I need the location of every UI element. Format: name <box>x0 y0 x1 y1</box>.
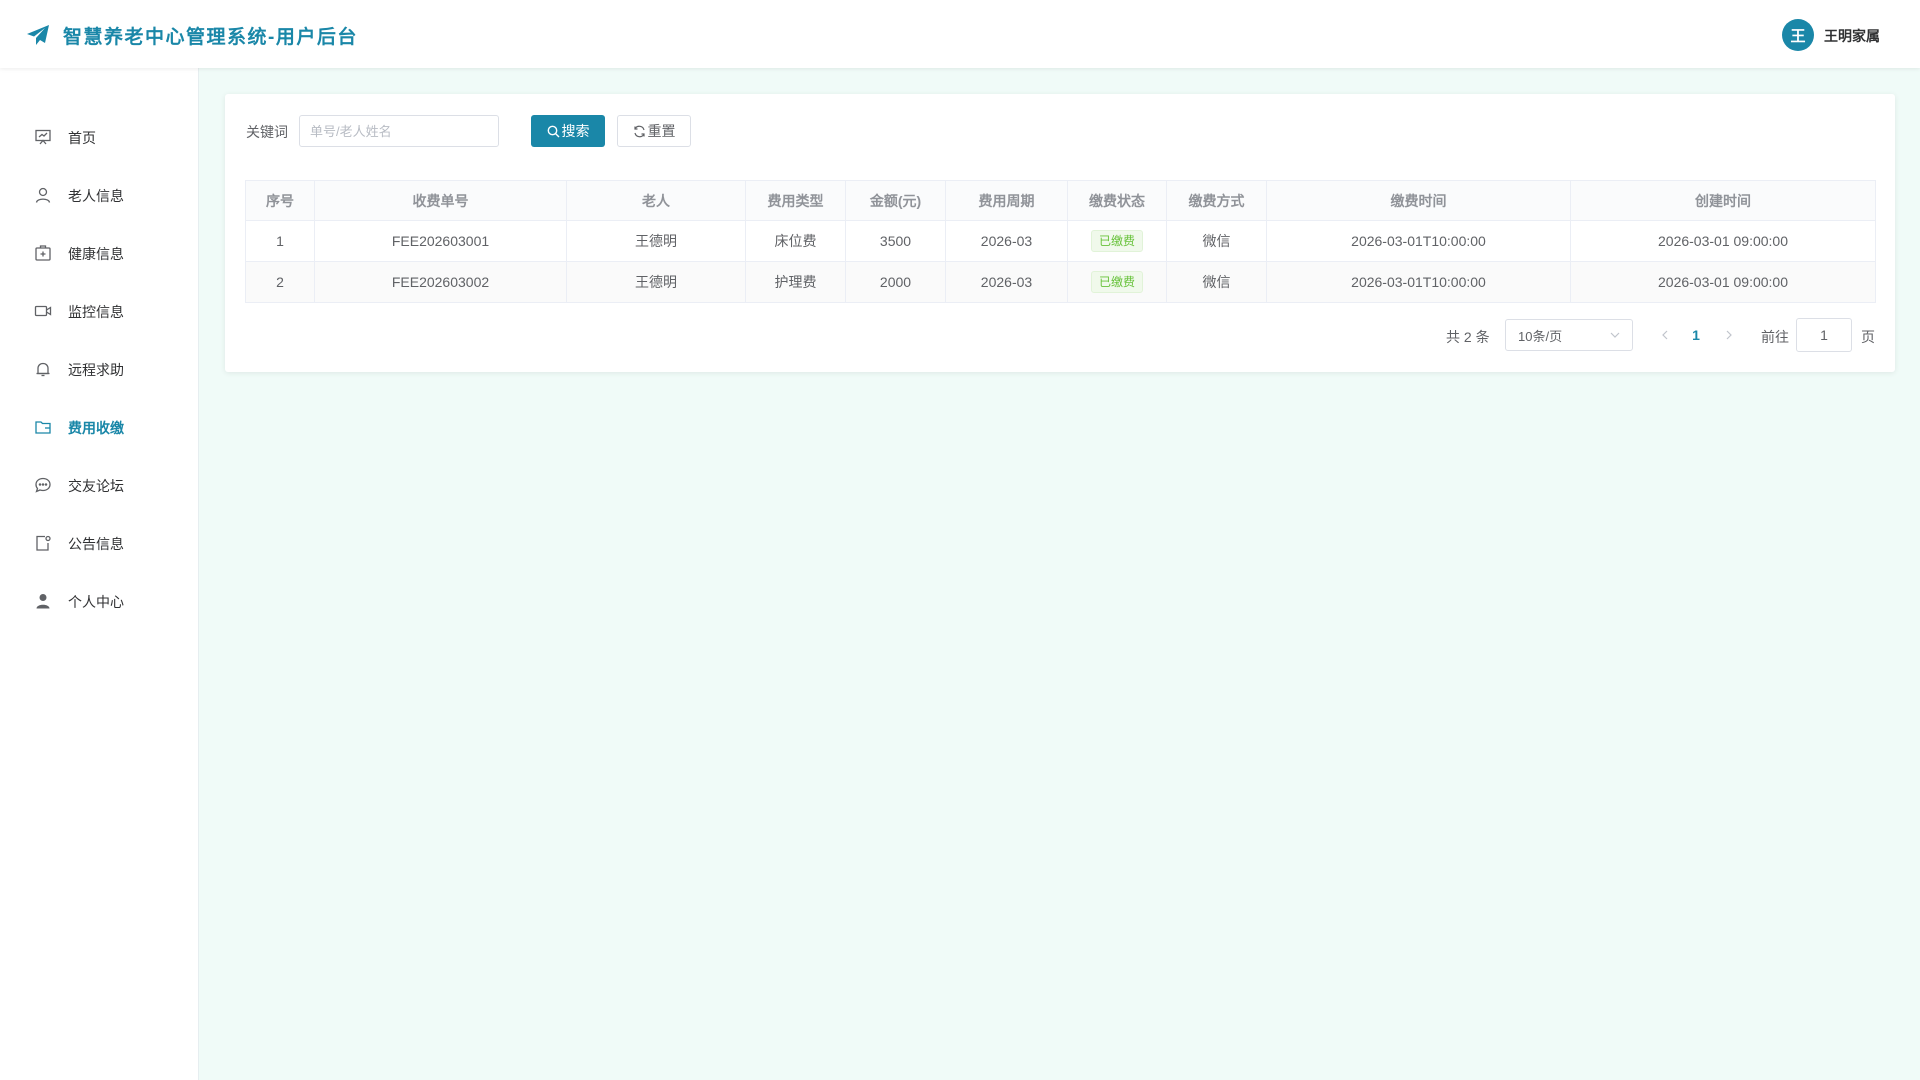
keyword-label: 关键词 <box>246 124 288 140</box>
pagination-total: 共 2 条 <box>1446 329 1490 345</box>
paper-plane-icon <box>26 24 50 46</box>
table-cell: 2000 <box>845 261 946 303</box>
column-header[interactable]: 费用类型 <box>745 180 846 221</box>
user-icon <box>34 186 52 204</box>
column-header[interactable]: 缴费方式 <box>1166 180 1267 221</box>
sidebar-item-label: 公告信息 <box>68 536 124 552</box>
table-cell: 2026-03-01T10:00:00 <box>1266 261 1571 303</box>
fee-table: 序号 收费单号 老人 费用类型 金额(元) 费用周期 缴费状态 缴费方式 缴费时… <box>245 180 1876 303</box>
search-input[interactable] <box>299 115 499 147</box>
column-header[interactable]: 缴费状态 <box>1067 180 1167 221</box>
reset-button-label: 重置 <box>647 123 676 139</box>
table-cell: 王德明 <box>566 261 746 303</box>
presentation-icon <box>34 128 52 146</box>
user-name[interactable]: 王明家属 <box>1824 26 1880 46</box>
table-cell: 床位费 <box>745 220 846 262</box>
table-cell: 1 <box>245 220 315 262</box>
wallet-icon <box>34 418 52 436</box>
table-row[interactable]: 1 FEE202603001 王德明 床位费 3500 2026-03 已缴费 … <box>245 220 1876 262</box>
chevron-down-icon <box>1610 332 1620 338</box>
chevron-left-icon <box>1662 330 1668 340</box>
chevron-right-icon <box>1726 330 1732 340</box>
column-header[interactable]: 收费单号 <box>314 180 567 221</box>
search-button-label: 搜索 <box>561 123 590 139</box>
next-page-button[interactable] <box>1719 324 1739 346</box>
search-button[interactable]: 搜索 <box>531 115 605 147</box>
fee-list-card: 关键词 搜索 重置 序号 收费单号 老人 费用类型 金额(元) 费用周期 缴费状… <box>225 94 1895 372</box>
sidebar-item-profile[interactable]: 个人中心 <box>0 580 199 620</box>
column-header[interactable]: 缴费时间 <box>1266 180 1571 221</box>
table-cell: 微信 <box>1166 261 1267 303</box>
sidebar-item-health-info[interactable]: 健康信息 <box>0 232 199 272</box>
table-cell: 2026-03 <box>945 220 1068 262</box>
column-header[interactable]: 费用周期 <box>945 180 1068 221</box>
sidebar-item-fee-collection[interactable]: 费用收缴 <box>0 406 199 446</box>
sidebar-item-label: 交友论坛 <box>68 478 124 494</box>
sidebar-item-label: 老人信息 <box>68 188 124 204</box>
table-cell: 3500 <box>845 220 946 262</box>
column-header[interactable]: 创建时间 <box>1570 180 1876 221</box>
table-cell: 微信 <box>1166 220 1267 262</box>
goto-page-input[interactable] <box>1796 318 1852 352</box>
bell-icon <box>34 360 52 378</box>
column-header[interactable]: 序号 <box>245 180 315 221</box>
status-badge: 已缴费 <box>1090 230 1143 252</box>
sidebar-item-label: 费用收缴 <box>68 420 124 436</box>
table-cell: 已缴费 <box>1067 220 1167 262</box>
app-title: 智慧养老中心管理系统-用户后台 <box>63 27 358 48</box>
table-cell: 王德明 <box>566 220 746 262</box>
sidebar-item-home[interactable]: 首页 <box>0 116 199 156</box>
table-cell: 护理费 <box>745 261 846 303</box>
search-icon <box>547 125 560 138</box>
sidebar-item-label: 健康信息 <box>68 246 124 262</box>
table-row[interactable]: 2 FEE202603002 王德明 护理费 2000 2026-03 已缴费 … <box>245 261 1876 303</box>
avatar[interactable]: 王 <box>1782 19 1814 51</box>
prev-page-button[interactable] <box>1655 324 1675 346</box>
page-number-current[interactable]: 1 <box>1684 324 1708 346</box>
table-cell: 2026-03-01 09:00:00 <box>1570 261 1876 303</box>
top-header: 智慧养老中心管理系统-用户后台 王 王明家属 <box>0 0 1920 68</box>
sidebar-item-label: 首页 <box>68 130 96 146</box>
sidebar-item-remote-help[interactable]: 远程求助 <box>0 348 199 388</box>
sidebar-item-monitor-info[interactable]: 监控信息 <box>0 290 199 330</box>
table-cell: 2026-03-01 09:00:00 <box>1570 220 1876 262</box>
reset-button[interactable]: 重置 <box>617 115 691 147</box>
video-camera-icon <box>34 302 52 320</box>
table-cell: 2026-03-01T10:00:00 <box>1266 220 1571 262</box>
user-filled-icon <box>34 592 52 610</box>
goto-label: 前往 <box>1761 329 1789 345</box>
sidebar-item-notices[interactable]: 公告信息 <box>0 522 199 562</box>
sidebar-item-label: 监控信息 <box>68 304 124 320</box>
notice-icon <box>34 534 52 552</box>
first-aid-icon <box>34 244 52 262</box>
column-header[interactable]: 老人 <box>566 180 746 221</box>
page-size-select[interactable]: 10条/页 <box>1505 319 1633 351</box>
sidebar-item-label: 远程求助 <box>68 362 124 378</box>
status-badge: 已缴费 <box>1090 271 1143 293</box>
page-suffix-label: 页 <box>1861 329 1875 345</box>
sidebar: 首页 老人信息 健康信息 监控信息 远程求助 费用收缴 交友论坛 公告信息 个人… <box>0 68 199 1080</box>
refresh-icon <box>633 125 646 138</box>
table-header-row: 序号 收费单号 老人 费用类型 金额(元) 费用周期 缴费状态 缴费方式 缴费时… <box>245 180 1876 221</box>
table-cell: 已缴费 <box>1067 261 1167 303</box>
sidebar-item-forum[interactable]: 交友论坛 <box>0 464 199 504</box>
chat-icon <box>34 476 52 494</box>
sidebar-item-elderly-info[interactable]: 老人信息 <box>0 174 199 214</box>
table-cell: 2 <box>245 261 315 303</box>
table-cell: FEE202603002 <box>314 261 567 303</box>
sidebar-item-label: 个人中心 <box>68 594 124 610</box>
column-header[interactable]: 金额(元) <box>845 180 946 221</box>
table-cell: 2026-03 <box>945 261 1068 303</box>
table-cell: FEE202603001 <box>314 220 567 262</box>
page-size-value: 10条/页 <box>1518 328 1563 344</box>
